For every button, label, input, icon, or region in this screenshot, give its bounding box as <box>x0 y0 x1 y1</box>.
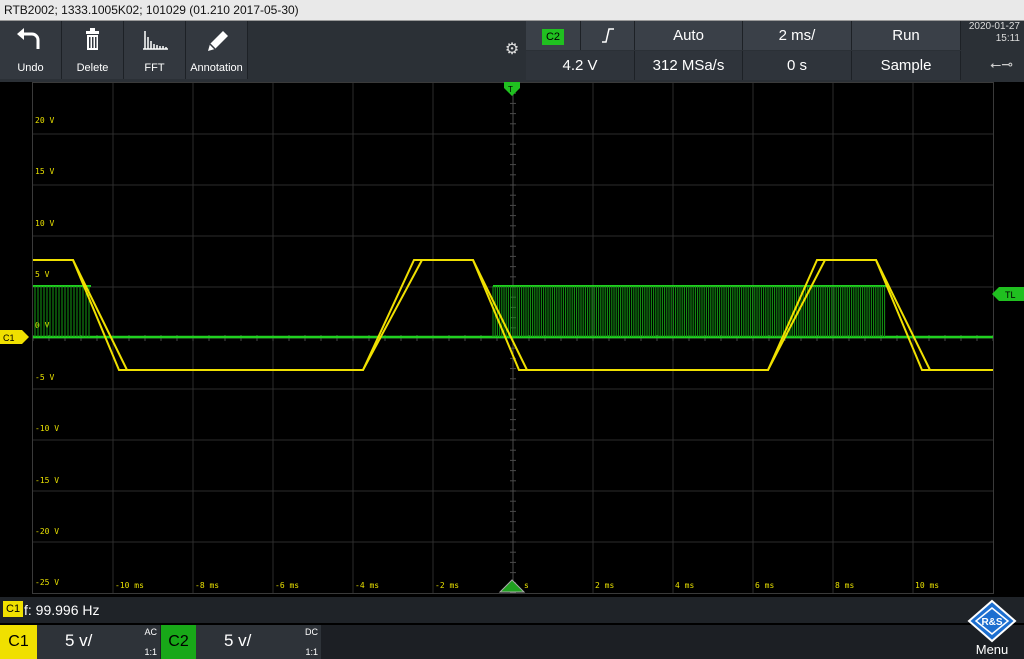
trigger-level-marker[interactable]: TL <box>992 285 1024 303</box>
y-axis-label: -10 V <box>35 424 59 433</box>
window-title: RTB2002; 1333.1005K02; 101029 (01.210 20… <box>4 3 299 17</box>
frequency-measurement: f: 99.996 Hz <box>24 602 100 618</box>
x-axis-label: 10 ms <box>915 581 939 590</box>
y-axis-label: 5 V <box>35 270 50 279</box>
y-axis-label: -5 V <box>35 373 54 382</box>
logo-text: R&S <box>981 617 1002 628</box>
trigger-mode-cell[interactable]: Auto <box>635 21 743 50</box>
ch2-tab[interactable]: C2 <box>161 625 196 659</box>
x-axis-label: 8 ms <box>835 581 854 590</box>
x-axis-label: -4 ms <box>355 581 379 590</box>
fft-icon <box>124 27 185 53</box>
measurement-channel-badge: C1 <box>3 601 24 617</box>
x-axis-label: 4 ms <box>675 581 694 590</box>
trigger-level-marker-label: TL <box>1005 290 1016 300</box>
ch1-probe-ratio: 1:1 <box>144 647 157 657</box>
run-state-cell[interactable]: Run <box>852 21 961 50</box>
time-text: 15:11 <box>995 33 1020 44</box>
y-axis-label: -20 V <box>35 527 59 536</box>
waveform-display[interactable]: 20 V 15 V 10 V5 V0 V -5 V -10 V -15 V -20 V -25… <box>32 82 994 594</box>
time-scale-cell[interactable]: 2 ms/ <box>743 21 852 50</box>
ch2-probe-ratio: 1:1 <box>305 647 318 657</box>
ch1-settings[interactable]: 5 v/ AC 1:1 <box>37 625 160 659</box>
ch1-vertical-scale: 5 v/ <box>65 631 93 650</box>
undo-label: Undo <box>17 62 44 74</box>
rising-edge-icon <box>602 28 614 43</box>
x-axis-label: -8 ms <box>195 581 219 590</box>
x-axis-label: -6 ms <box>275 581 299 590</box>
fft-button[interactable]: FFT <box>124 21 186 79</box>
datetime-display: 2020-01-27 15:11 <box>962 21 1020 45</box>
y-axis-label: 10 V <box>35 219 54 228</box>
x-axis-label: 2 ms <box>595 581 614 590</box>
acquisition-info-panel: C2 Auto 2 ms/ Run 4.2 V 312 MSa/s 0 s Sa… <box>526 21 961 81</box>
trigger-source-badge: C2 <box>541 29 565 45</box>
trigger-position-marker[interactable]: T <box>504 82 520 104</box>
annotation-label: Annotation <box>190 62 243 74</box>
ch2-vertical-scale: 5 v/ <box>224 631 252 650</box>
y-axis-label: 20 V <box>35 116 54 125</box>
ch2-settings[interactable]: 5 v/ DC 1:1 <box>196 625 321 659</box>
title-bar: RTB2002; 1333.1005K02; 101029 (01.210 20… <box>0 0 1024 21</box>
ch1-coupling: AC <box>144 627 157 637</box>
trigger-slope-cell[interactable] <box>581 21 635 50</box>
delete-button[interactable]: Delete <box>62 21 124 79</box>
rs-logo-icon: R&S <box>967 599 1017 643</box>
ch1-marker-label: C1 <box>3 333 15 343</box>
ch2-coupling: DC <box>305 627 318 637</box>
gear-icon: ⚙ <box>504 41 520 58</box>
date-text: 2020-01-27 <box>968 21 1020 32</box>
time-offset-cell[interactable]: 0 s <box>743 51 852 80</box>
x-axis-label: -2 ms <box>435 581 459 590</box>
ch1-tab[interactable]: C1 <box>0 625 37 659</box>
y-axis-label: 15 V <box>35 167 54 176</box>
y-axis-label: -25 V <box>35 578 59 587</box>
horizontal-center-marker[interactable] <box>498 579 526 593</box>
channel-bar: C1 5 v/ AC 1:1 C2 5 v/ DC 1:1 <box>0 625 1024 659</box>
undo-icon <box>0 27 61 53</box>
ch2-trace-burst <box>34 286 886 337</box>
x-axis-label: 6 ms <box>755 581 774 590</box>
annotation-button[interactable]: Annotation <box>186 21 248 79</box>
pencil-icon <box>186 27 247 53</box>
measurement-status-bar: C1 f: 99.996 Hz <box>0 597 1024 623</box>
delete-label: Delete <box>76 62 109 74</box>
waveform-canvas: 20 V15 V10 V5 V0 V-5 V-10 V-15 V-20 V-25… <box>32 82 994 594</box>
undo-button[interactable]: Undo <box>0 21 62 79</box>
sample-rate-cell: 312 MSa/s <box>635 51 743 80</box>
acquisition-mode-cell[interactable]: Sample <box>852 51 961 80</box>
menu-label: Menu <box>975 642 1009 657</box>
menu-button[interactable]: R&S Menu <box>960 597 1024 659</box>
trash-icon <box>62 27 123 53</box>
trigger-source-cell[interactable]: C2 <box>526 21 581 50</box>
x-axis-label: -10 ms <box>115 581 144 590</box>
ch1-offset-marker[interactable]: C1 <box>0 328 30 346</box>
usb-icon: ⭠⊸ <box>990 56 1013 72</box>
y-axis-label: -15 V <box>35 476 59 485</box>
trigger-level-cell[interactable]: 4.2 V <box>526 51 635 80</box>
trigger-position-label: T <box>508 85 513 94</box>
fft-label: FFT <box>144 62 165 74</box>
